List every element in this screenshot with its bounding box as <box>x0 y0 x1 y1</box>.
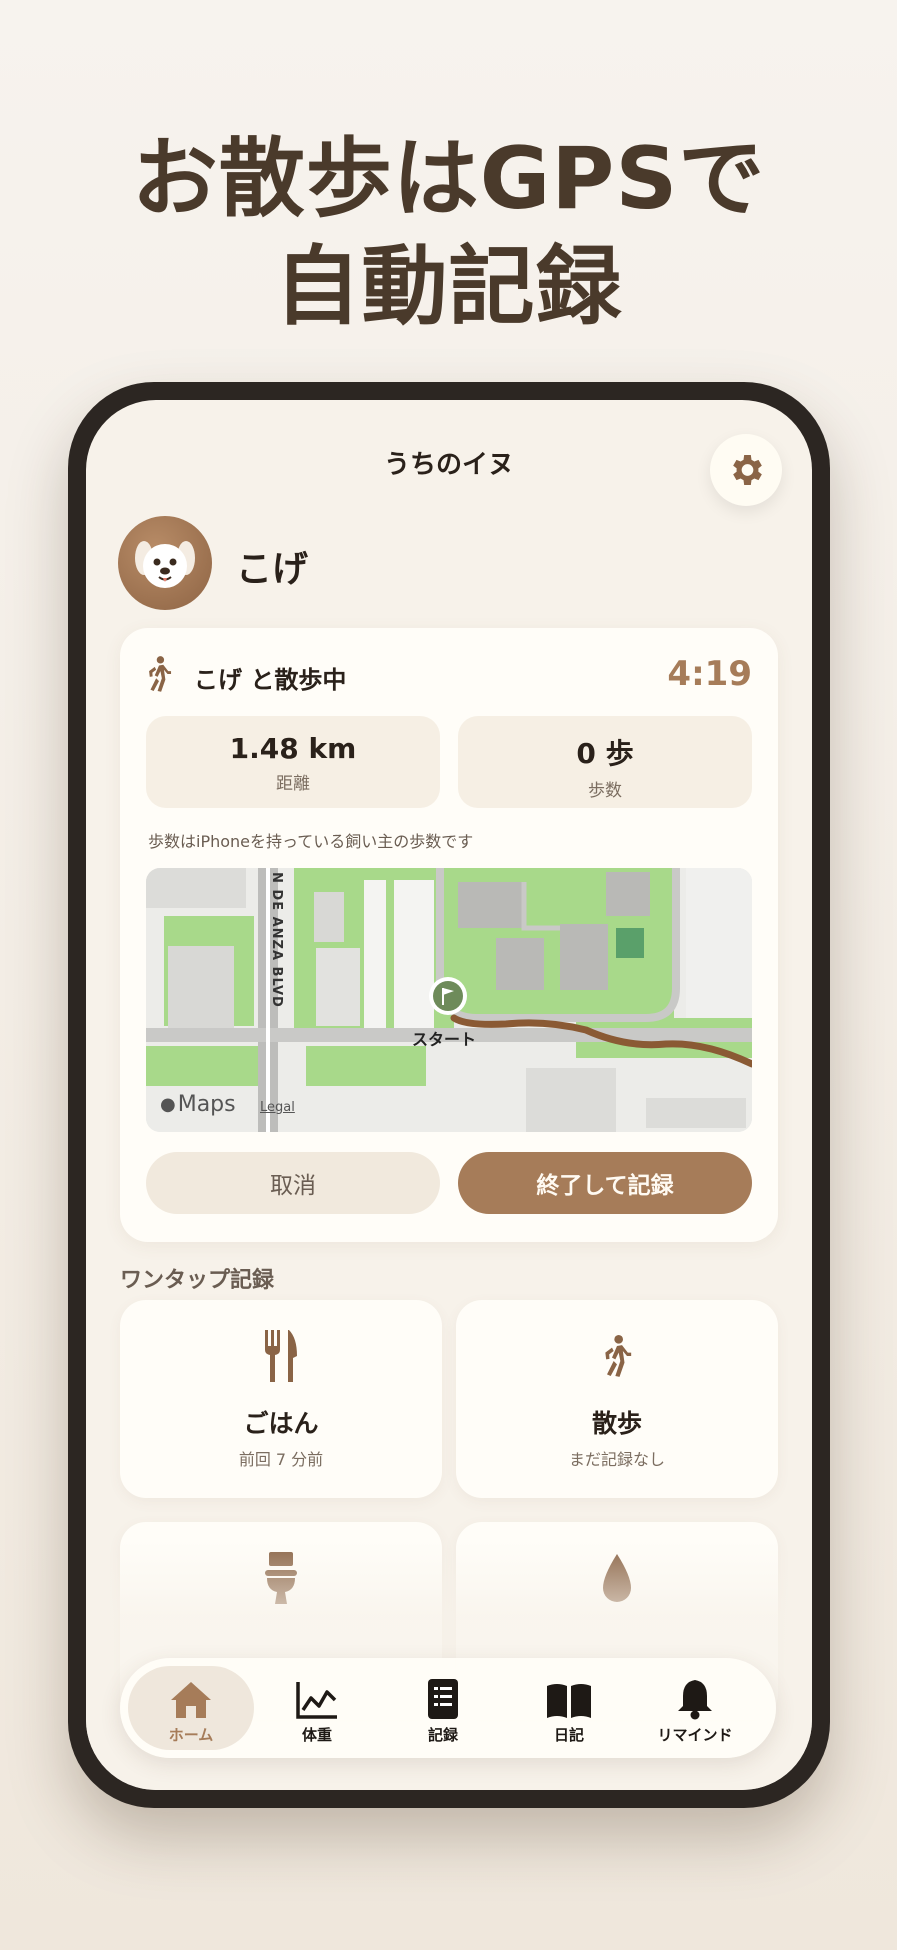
quick-log-tile-food[interactable]: ごはん 前回 7 分前 <box>120 1300 442 1498</box>
start-label: スタート <box>412 1030 477 1049</box>
pet-name: こげ <box>236 549 309 590</box>
phone-frame: うちのイヌ こげ こげ と散歩中 4:19 1.48 km 距離 0 歩 歩数 … <box>68 382 830 1808</box>
distance-stat: 1.48 km 距離 <box>146 716 440 808</box>
tile-name: ごはん <box>243 1409 319 1438</box>
section-title: ワンタップ記録 <box>120 1268 275 1293</box>
app-screen: うちのイヌ こげ こげ と散歩中 4:19 1.48 km 距離 0 歩 歩数 … <box>86 400 812 1790</box>
notebook-icon <box>380 1674 506 1720</box>
steps-value: 0 歩 <box>576 737 634 770</box>
headline-line-1: お散歩はGPSで <box>131 129 766 229</box>
gear-icon <box>733 455 762 485</box>
pet-avatar[interactable] <box>118 516 212 610</box>
open-book-icon <box>506 1674 632 1720</box>
tab-home[interactable]: ホーム <box>128 1666 254 1750</box>
tile-subtitle: 前回 7 分前 <box>238 1450 324 1469</box>
walk-status: こげ と散歩中 <box>194 666 347 694</box>
bell-icon <box>632 1674 758 1720</box>
maps-attribution: ● Maps <box>160 1092 236 1117</box>
headline-line-2: 自動記録 <box>274 237 623 337</box>
steps-note: 歩数はiPhoneを持っている飼い主の歩数です <box>148 832 474 851</box>
tab-weight[interactable]: 体重 <box>254 1666 380 1750</box>
tab-label: ホーム <box>168 1726 214 1744</box>
street-label: N DE ANZA BLVD <box>269 872 284 1008</box>
active-walk-card: こげ と散歩中 4:19 1.48 km 距離 0 歩 歩数 歩数はiPhone… <box>120 628 778 1242</box>
walking-person-icon <box>456 1328 778 1384</box>
chart-line-icon <box>254 1674 380 1720</box>
quick-log-tile-walk[interactable]: 散歩 まだ記録なし <box>456 1300 778 1498</box>
tile-name: 散歩 <box>591 1409 642 1438</box>
distance-label: 距離 <box>276 774 310 794</box>
tile-subtitle: まだ記録なし <box>568 1450 665 1469</box>
walk-timer: 4:19 <box>667 654 752 694</box>
tab-label: 記録 <box>427 1726 458 1744</box>
tab-records[interactable]: 記録 <box>380 1666 506 1750</box>
walking-person-icon <box>142 654 176 698</box>
fork-knife-icon <box>120 1328 442 1384</box>
tab-label: 日記 <box>553 1726 584 1744</box>
tab-label: リマインド <box>657 1726 733 1744</box>
legal-link[interactable]: Legal <box>260 1100 295 1115</box>
finish-and-record-button[interactable]: 終了して記録 <box>458 1152 752 1214</box>
apple-logo-icon: ● <box>160 1094 176 1115</box>
map-canvas <box>146 868 752 1132</box>
maps-brand: Maps <box>177 1092 236 1117</box>
dog-face-icon <box>135 541 195 588</box>
house-icon <box>128 1674 254 1720</box>
promo-headline: お散歩はGPSで 自動記録 <box>0 125 897 341</box>
settings-button[interactable] <box>710 434 782 506</box>
tab-bar: ホーム 体重 記録 日記 リマインド <box>120 1658 776 1758</box>
walk-map[interactable]: N DE ANZA BLVD スタート ● Maps Legal <box>146 868 752 1132</box>
tab-label: 体重 <box>301 1726 332 1744</box>
steps-stat: 0 歩 歩数 <box>458 716 752 808</box>
tab-diary[interactable]: 日記 <box>506 1666 632 1750</box>
cancel-button[interactable]: 取消 <box>146 1152 440 1214</box>
app-title: うちのイヌ <box>383 450 514 480</box>
tab-remind[interactable]: リマインド <box>632 1666 758 1750</box>
distance-value: 1.48 km <box>229 732 357 765</box>
steps-label: 歩数 <box>588 781 622 801</box>
